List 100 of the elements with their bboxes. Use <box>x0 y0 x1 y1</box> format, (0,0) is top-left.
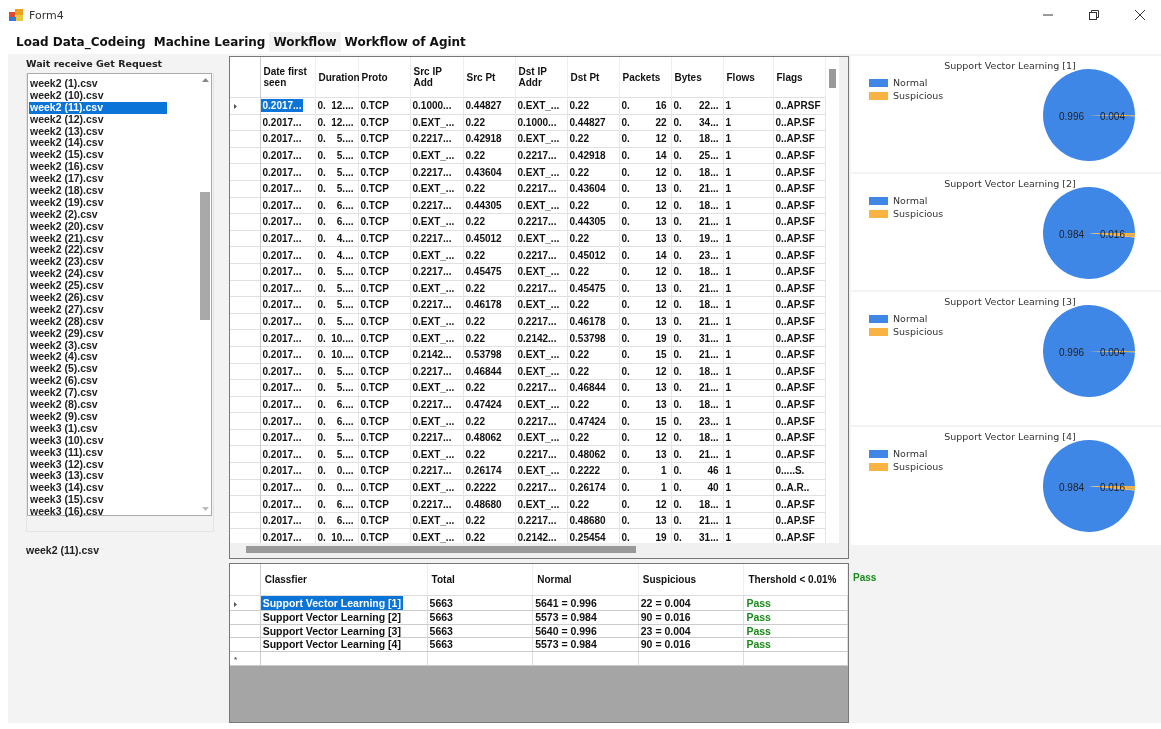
table-cell: 0. <box>621 133 630 145</box>
file-list-item[interactable]: week2 (2).csv <box>29 208 162 221</box>
file-list-item[interactable]: week2 (9).csv <box>29 410 162 423</box>
column-header[interactable]: Thershold < 0.01% <box>743 564 848 596</box>
file-list-item[interactable]: week2 (14).csv <box>29 137 168 150</box>
file-list-item[interactable]: week3 (16).csv <box>29 506 168 518</box>
column-header[interactable]: Normal <box>532 564 639 596</box>
file-list-item[interactable]: week2 (3).csv <box>29 339 162 352</box>
file-list-item[interactable]: week3 (14).csv <box>29 482 168 495</box>
file-list-item[interactable]: week2 (20).csv <box>29 220 168 233</box>
table-cell: Support Vector Learning [2] <box>262 611 401 624</box>
table-cell: 0. <box>673 515 682 527</box>
table-cell: 0. <box>621 282 630 294</box>
file-list-item[interactable]: week2 (17).csv <box>29 173 168 185</box>
file-list-item[interactable]: week2 (21).csv <box>29 232 168 245</box>
file-list-item[interactable]: week2 (8).csv <box>29 399 162 411</box>
file-list-item[interactable]: week2 (22).csv <box>29 244 168 257</box>
column-header[interactable]: Suspicious <box>638 564 744 596</box>
column-header[interactable]: Packets <box>619 57 671 98</box>
column-header[interactable]: Dst IP Addr <box>515 57 567 98</box>
data-label: 0.984 <box>1059 229 1085 240</box>
table-cell: 0.2017... <box>262 233 302 245</box>
scrollbar-thumb[interactable] <box>828 69 836 88</box>
table-cell: 18... <box>699 299 719 311</box>
column-header[interactable]: Classfier <box>260 564 428 596</box>
scroll-up-icon[interactable] <box>201 78 209 82</box>
table-cell: 0.2017... <box>262 116 302 128</box>
table-cell: 0.EXT_... <box>517 166 560 178</box>
file-list-item[interactable]: week2 (11).csv <box>29 101 167 114</box>
file-list-item[interactable]: week2 (24).csv <box>29 268 168 281</box>
table-cell: 1 <box>725 249 732 261</box>
table-cell: 1 <box>725 183 732 195</box>
column-header[interactable]: Total <box>427 564 533 596</box>
table-cell: 0.22 <box>465 382 485 394</box>
table-cell: 0..AP.SF <box>775 249 815 261</box>
table-cell: 0.....S. <box>775 465 805 477</box>
table-cell: 0. <box>673 166 682 178</box>
file-list-item[interactable]: week2 (26).csv <box>29 292 168 304</box>
column-header[interactable]: Bytes <box>671 57 723 98</box>
file-list-item[interactable]: week3 (13).csv <box>29 470 168 483</box>
tab[interactable]: Workflow <box>269 32 341 52</box>
legend-label: Normal <box>893 195 928 206</box>
file-list-item[interactable]: week3 (11).csv <box>29 446 167 459</box>
data-label: 0.996 <box>1059 111 1085 122</box>
file-list-item[interactable]: week2 (5).csv <box>29 363 162 376</box>
table-cell: 0.2217... <box>517 316 557 327</box>
column-header[interactable]: Dst Pt <box>567 57 619 98</box>
table-cell: 0.48680 <box>569 515 606 527</box>
column-header[interactable]: Flags <box>773 57 825 98</box>
file-list-item[interactable]: week2 (12).csv <box>29 113 168 126</box>
scroll-down-icon[interactable] <box>201 507 209 511</box>
table-cell: 0.TCP <box>360 216 389 228</box>
table-cell: 5.... <box>336 432 354 444</box>
column-header[interactable]: Duration <box>315 57 358 98</box>
table-cell: 0. <box>317 166 326 178</box>
file-list-item[interactable]: week3 (12).csv <box>29 458 168 471</box>
file-list-item[interactable]: week2 (23).csv <box>29 256 168 269</box>
scrollbar-thumb[interactable] <box>246 546 636 553</box>
file-list-item[interactable]: week3 (15).csv <box>29 494 168 507</box>
table-cell: 0.22 <box>569 133 589 145</box>
table-cell: 0.2017... <box>262 183 302 195</box>
file-list-item[interactable]: week3 (10).csv <box>29 434 168 447</box>
file-list-item[interactable]: week2 (10).csv <box>29 89 168 102</box>
restore-icon[interactable] <box>1089 10 1099 20</box>
file-list-item[interactable]: week2 (19).csv <box>29 196 168 209</box>
file-list-item[interactable]: week2 (28).csv <box>29 315 168 328</box>
file-list-item[interactable]: week2 (13).csv <box>29 125 168 138</box>
table-cell: 0.2217... <box>412 465 452 477</box>
column-header[interactable]: Flows <box>723 57 773 98</box>
table-cell: 0.2217... <box>517 415 557 427</box>
table-cell: 0..AP.SF <box>775 116 815 128</box>
file-list-item[interactable]: week2 (29).csv <box>29 327 168 340</box>
file-list-item[interactable]: week2 (4).csv <box>29 351 162 364</box>
table-cell: 0.EXT_... <box>412 531 455 543</box>
file-list-item[interactable]: week2 (1).csv <box>29 78 162 90</box>
file-list-item[interactable]: week3 (1).csv <box>29 422 162 435</box>
column-header[interactable]: Src Pt <box>463 57 515 98</box>
scrollbar-thumb[interactable] <box>200 192 210 320</box>
column-header[interactable]: Date first seen <box>260 57 315 98</box>
column-header[interactable]: Src IP Add <box>410 57 463 98</box>
table-cell: 1 <box>725 116 732 128</box>
close-icon[interactable] <box>1135 10 1145 20</box>
table-cell: 1 <box>725 332 732 344</box>
file-list-item[interactable]: week2 (16).csv <box>29 161 168 174</box>
table-cell: 0. <box>621 199 630 211</box>
column-header[interactable]: Proto <box>358 57 410 98</box>
file-list-item[interactable]: week2 (6).csv <box>29 375 162 388</box>
table-cell: 0.2217... <box>412 432 452 444</box>
file-list-item[interactable]: week2 (7).csv <box>29 387 162 400</box>
table-cell: 1 <box>725 481 732 493</box>
table-cell: 1 <box>725 365 732 377</box>
table-cell: 0.TCP <box>360 166 389 178</box>
file-list-item[interactable]: week2 (25).csv <box>29 280 168 293</box>
table-cell: 10.... <box>331 349 354 361</box>
table-cell: 19 <box>655 531 667 543</box>
file-list-item[interactable]: week2 (15).csv <box>29 149 168 162</box>
file-list-item[interactable]: week2 (27).csv <box>29 303 168 316</box>
table-cell: 0.47424 <box>569 415 606 427</box>
table-cell: 0.2017... <box>262 481 302 493</box>
file-list-item[interactable]: week2 (18).csv <box>29 185 168 197</box>
